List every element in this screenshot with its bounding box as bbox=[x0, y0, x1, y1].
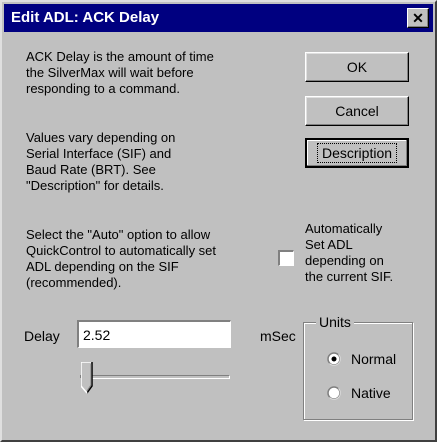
description-line: (recommended). bbox=[26, 275, 122, 290]
auto-adl-label-line: the current SIF. bbox=[305, 269, 394, 284]
description-line: Serial Interface (SIF) and bbox=[26, 146, 172, 161]
auto-adl-label-line: Set ADL bbox=[305, 237, 353, 252]
auto-adl-checkbox[interactable] bbox=[278, 250, 294, 266]
units-group-label: Units bbox=[316, 313, 354, 331]
auto-adl-label-line: depending on bbox=[305, 253, 384, 268]
description-line: "Description" for details. bbox=[26, 178, 164, 193]
description-line: Values vary depending on bbox=[26, 130, 176, 145]
description-line: ADL depending on the SIF bbox=[26, 259, 179, 274]
cancel-button[interactable]: Cancel bbox=[305, 96, 409, 126]
dialog-title: Edit ADL: ACK Delay bbox=[11, 9, 160, 26]
units-native-label[interactable]: Native bbox=[351, 385, 391, 401]
description-line: the SilverMax will wait before bbox=[26, 65, 194, 80]
close-icon: ✕ bbox=[412, 10, 424, 26]
delay-input[interactable] bbox=[77, 320, 231, 348]
cancel-button-label: Cancel bbox=[335, 103, 379, 119]
description-paragraph-3: Select the "Auto" option to allow QuickC… bbox=[26, 227, 216, 291]
description-button[interactable]: Description bbox=[305, 138, 409, 168]
radio-icon[interactable] bbox=[327, 386, 341, 400]
description-button-label: Description bbox=[316, 143, 398, 163]
description-line: ACK Delay is the amount of time bbox=[26, 49, 214, 64]
description-line: Select the "Auto" option to allow bbox=[26, 227, 211, 242]
description-line: QuickControl to automatically set bbox=[26, 243, 217, 258]
radio-icon[interactable] bbox=[327, 352, 341, 366]
title-bar[interactable]: Edit ADL: ACK Delay ✕ bbox=[4, 4, 433, 32]
slider-thumb-icon[interactable] bbox=[81, 362, 93, 394]
delay-slider-track[interactable] bbox=[80, 375, 230, 379]
description-line: responding to a command. bbox=[26, 81, 180, 96]
units-normal-label[interactable]: Normal bbox=[351, 351, 396, 367]
auto-adl-label: Automatically Set ADL depending on the c… bbox=[305, 221, 393, 285]
ok-button-label: OK bbox=[346, 59, 368, 75]
description-line: Baud Rate (BRT). See bbox=[26, 162, 156, 177]
delay-label: Delay bbox=[24, 328, 60, 344]
ok-button[interactable]: OK bbox=[305, 52, 409, 82]
description-paragraph-2: Values vary depending on Serial Interfac… bbox=[26, 130, 175, 194]
auto-adl-label-line: Automatically bbox=[305, 221, 383, 236]
units-groupbox bbox=[303, 322, 413, 420]
delay-unit-label: mSec bbox=[260, 328, 296, 344]
close-button[interactable]: ✕ bbox=[407, 8, 429, 28]
description-paragraph-1: ACK Delay is the amount of time the Silv… bbox=[26, 49, 214, 97]
